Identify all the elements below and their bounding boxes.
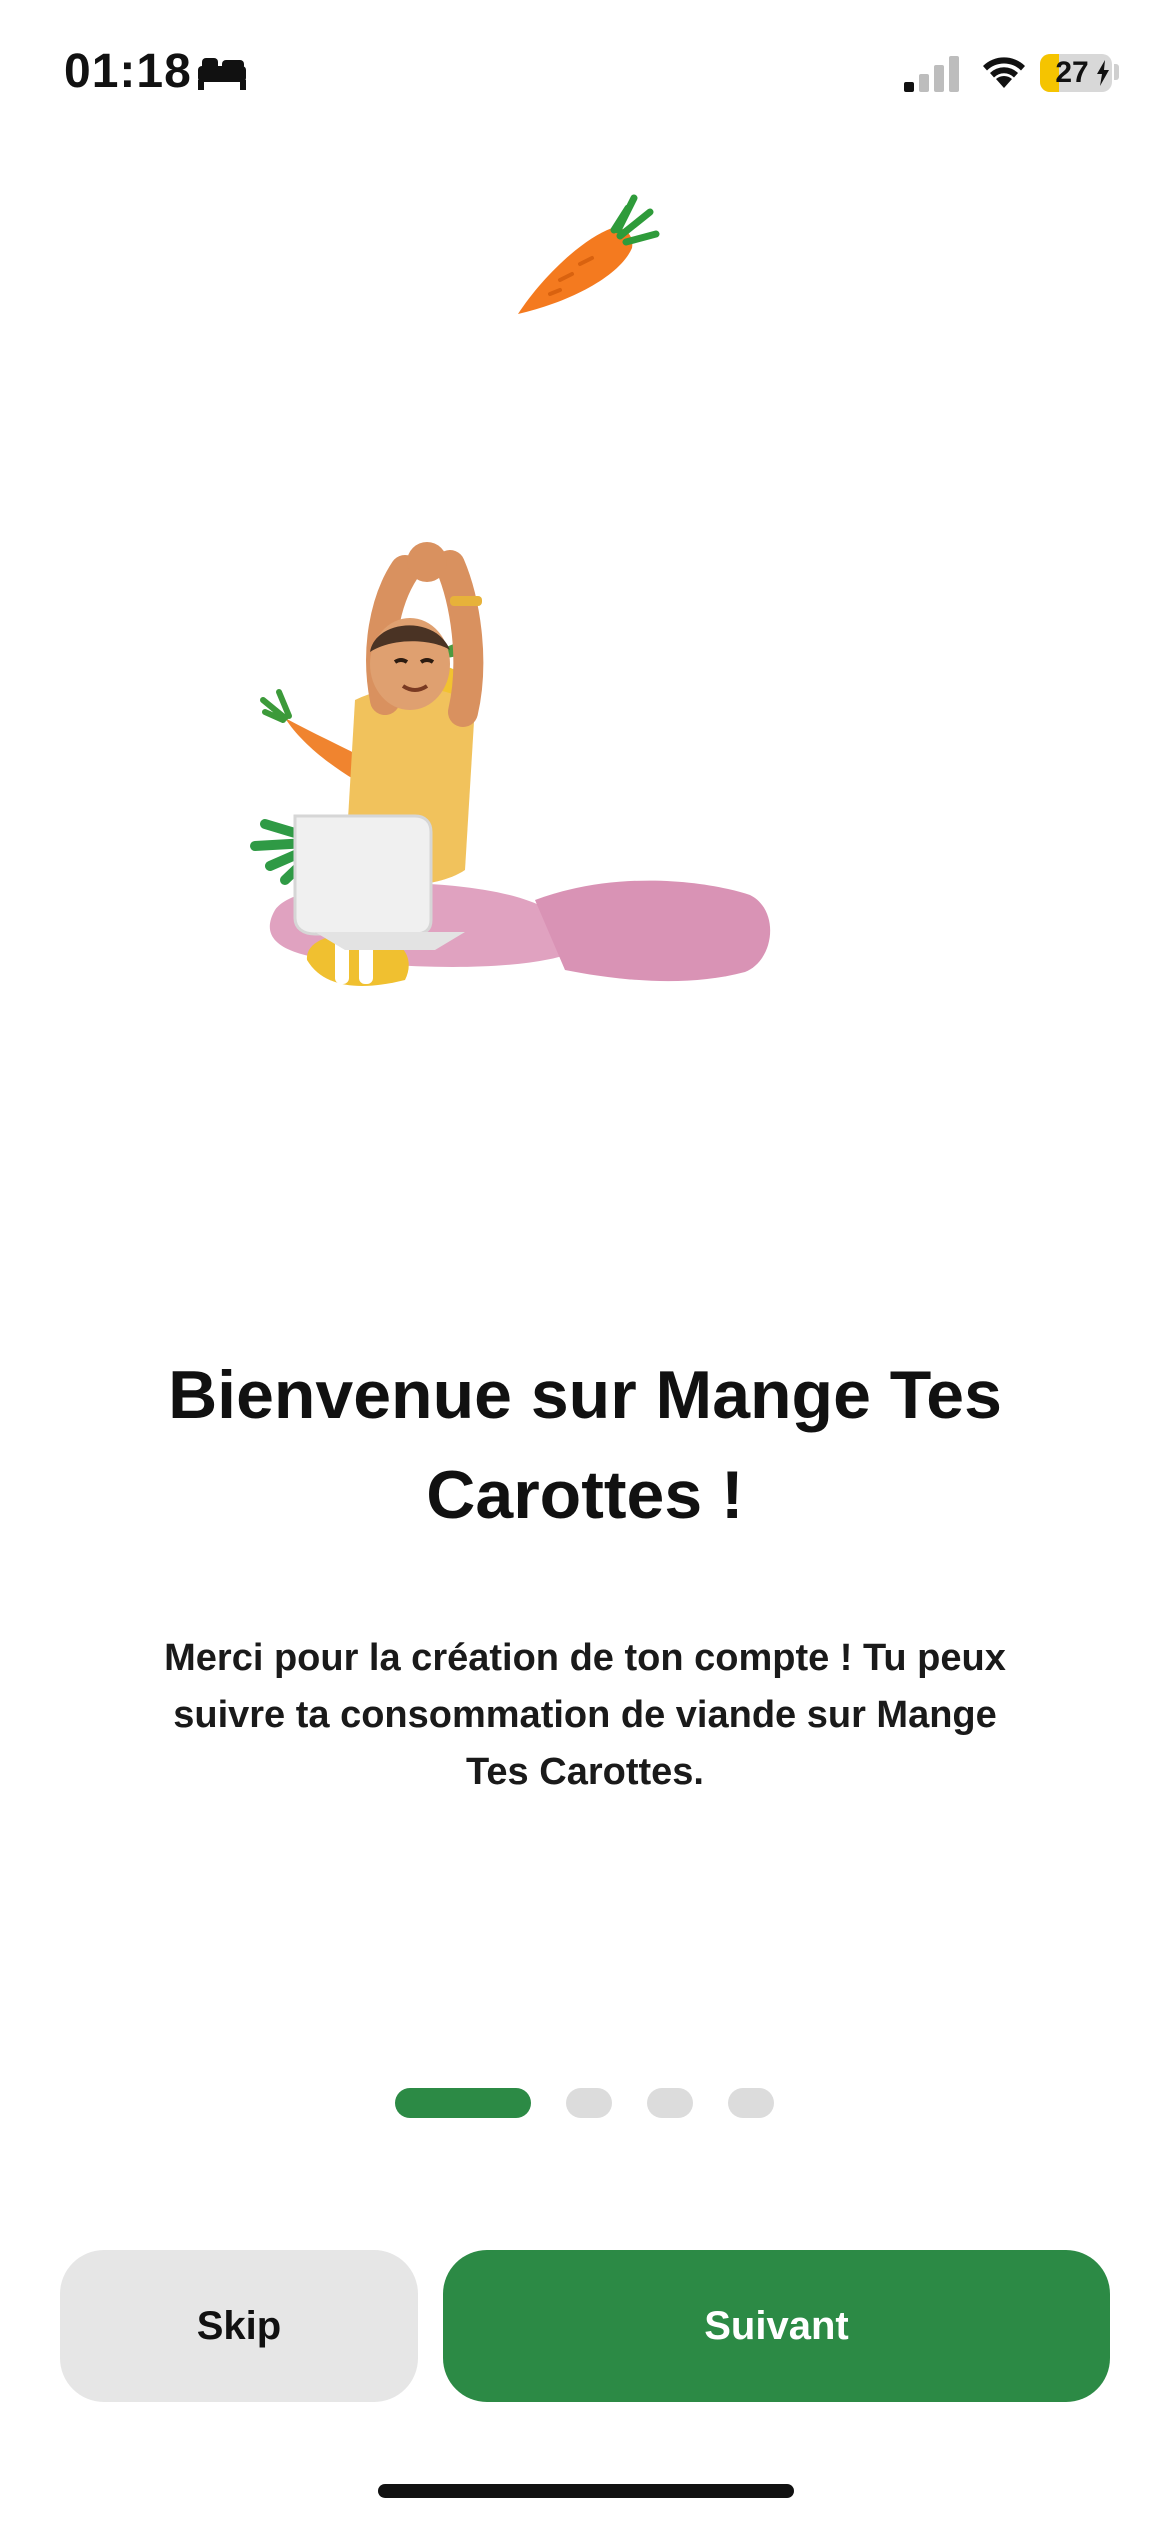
status-bar: 01:18 27 [0, 0, 1170, 150]
carrot-icon [518, 194, 660, 314]
onboarding-description: Merci pour la création de ton compte ! T… [164, 1637, 1006, 1793]
battery-level-text: 27 [1055, 56, 1089, 89]
bed-icon [198, 58, 246, 90]
page-dot [566, 2088, 612, 2118]
skip-button[interactable]: Skip [60, 2250, 418, 2402]
page-title: Bienvenue sur Mange Tes Carottes ! [168, 1357, 1002, 1533]
status-time: 01:18 [64, 45, 192, 98]
battery-cap [1114, 64, 1119, 80]
page-dot [728, 2088, 774, 2118]
battery-charging-icon: 27 [1040, 54, 1112, 92]
page-dot-active [395, 2088, 531, 2118]
wifi-icon [983, 57, 1025, 88]
next-button[interactable]: Suivant [443, 2250, 1110, 2402]
cellular-signal-icon [904, 56, 959, 92]
person-stretching-with-laptop-and-vegetables-illustration [250, 542, 771, 986]
home-indicator [378, 2484, 794, 2498]
page-dot [647, 2088, 693, 2118]
